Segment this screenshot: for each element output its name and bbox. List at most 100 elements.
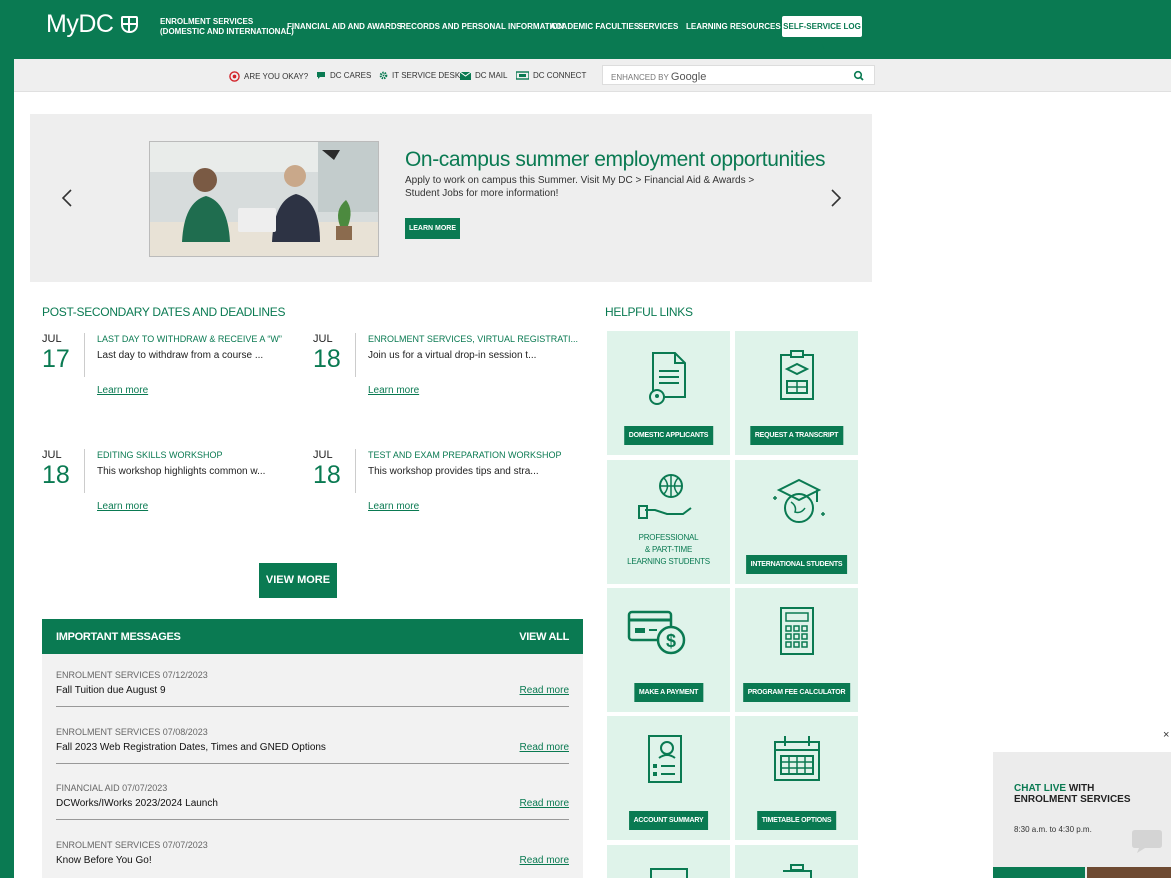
event-day: 18: [313, 345, 341, 373]
nav-academic-faculties[interactable]: ACADEMIC FACULTIES: [550, 22, 639, 32]
message-meta: ENROLMENT SERVICES 07/12/2023: [56, 670, 208, 680]
chat-close-icon[interactable]: ×: [1163, 729, 1169, 741]
view-all-link[interactable]: VIEW ALL: [519, 631, 569, 643]
carousel-prev-icon[interactable]: [61, 188, 73, 208]
event-description: Last day to withdraw from a course ...: [97, 350, 264, 361]
chat-title-line2: ENROLMENT SERVICES: [1014, 794, 1131, 805]
event-description: This workshop provides tips and stra...: [368, 466, 539, 477]
important-messages-panel: IMPORTANT MESSAGES VIEW ALL ENROLMENT SE…: [42, 619, 583, 878]
chat-title-accent: CHAT LIVE: [1014, 783, 1067, 794]
view-more-button[interactable]: VIEW MORE: [259, 563, 337, 598]
nav-learning-resources[interactable]: LEARNING RESOURCES: [686, 22, 781, 32]
event-divider: [84, 449, 85, 493]
tile-label: DOMESTIC APPLICANTS: [623, 426, 714, 445]
are-you-okay-label: ARE YOU OKAY?: [244, 72, 309, 81]
chat-bubble-icon: [317, 72, 325, 79]
message-title: Fall 2023 Web Registration Dates, Times …: [56, 742, 326, 753]
top-navigation: MyDC ENROLMENT SERVICES (DOMESTIC AND IN…: [0, 0, 1171, 59]
tile-professional-part-time[interactable]: PROFESSIONAL & PART-TIME LEARNING STUDEN…: [607, 460, 730, 584]
event-title[interactable]: ENROLMENT SERVICES, VIRTUAL REGISTRATI..…: [368, 334, 578, 344]
tile-partial[interactable]: [607, 845, 730, 878]
event-month: JUL: [313, 449, 333, 461]
mydc-logo[interactable]: MyDC: [46, 10, 139, 39]
nav-enrolment-line1: ENROLMENT SERVICES: [160, 17, 254, 26]
read-more-link[interactable]: Read more: [520, 742, 569, 753]
read-more-link[interactable]: Read more: [520, 855, 569, 866]
message-meta: FINANCIAL AID 07/07/2023: [56, 783, 168, 793]
chat-start-bar[interactable]: [993, 867, 1085, 878]
message-item: ENROLMENT SERVICES 07/07/2023 Know Befor…: [56, 840, 569, 878]
site-search[interactable]: ENHANCED BY Google: [602, 65, 875, 85]
dc-connect-link[interactable]: DC CONNECT: [516, 71, 586, 80]
dc-connect-label: DC CONNECT: [533, 71, 587, 80]
search-brand: Google: [670, 71, 707, 83]
nav-enrolment-services[interactable]: ENROLMENT SERVICES (DOMESTIC AND INTERNA…: [160, 17, 294, 37]
are-you-okay-link[interactable]: ARE YOU OKAY?: [229, 71, 308, 82]
tile-account-summary[interactable]: ACCOUNT SUMMARY: [607, 716, 730, 840]
message-title: Fall Tuition due August 9: [56, 685, 166, 696]
tile-international-students[interactable]: INTERNATIONAL STUDENTS: [735, 460, 858, 584]
event-learn-more-link[interactable]: Learn more: [97, 385, 148, 396]
learn-more-button[interactable]: LEARN MORE: [405, 218, 460, 239]
message-title: Know Before You Go!: [56, 855, 152, 866]
shield-emblem-icon: [121, 16, 139, 33]
tile-label: ACCOUNT SUMMARY: [628, 811, 709, 830]
tile-program-fee-calculator[interactable]: PROGRAM FEE CALCULATOR: [735, 588, 858, 712]
event-month: JUL: [313, 333, 333, 345]
it-service-desk-label: IT SERVICE DESK: [392, 71, 461, 80]
nav-enrolment-line2: (DOMESTIC AND INTERNATIONAL): [160, 27, 294, 36]
target-icon: [229, 71, 240, 82]
event-item: JUL 18 ENROLMENT SERVICES, VIRTUAL REGIS…: [313, 333, 578, 423]
event-divider: [84, 333, 85, 377]
event-title[interactable]: EDITING SKILLS WORKSHOP: [97, 450, 223, 460]
tile-domestic-applicants[interactable]: DOMESTIC APPLICANTS: [607, 331, 730, 455]
gear-icon: [379, 71, 388, 80]
event-description: Join us for a virtual drop-in session t.…: [368, 350, 537, 361]
card-icon: [650, 868, 688, 878]
nav-services[interactable]: SERVICES: [638, 22, 678, 32]
message-meta: ENROLMENT SERVICES 07/07/2023: [56, 840, 208, 850]
tile-label: MAKE A PAYMENT: [633, 683, 704, 702]
tile-request-transcript[interactable]: REQUEST A TRANSCRIPT: [735, 331, 858, 455]
event-title[interactable]: TEST AND EXAM PREPARATION WORKSHOP: [368, 450, 562, 460]
message-item: FINANCIAL AID 07/07/2023 DCWorks/IWorks …: [56, 783, 569, 840]
search-prefix: ENHANCED BY: [611, 73, 669, 82]
chat-hours: 8:30 a.m. to 4:30 p.m.: [1014, 825, 1092, 834]
messages-header: IMPORTANT MESSAGES VIEW ALL: [42, 619, 583, 654]
event-item: JUL 18 TEST AND EXAM PREPARATION WORKSHO…: [313, 449, 573, 539]
event-day: 18: [313, 461, 341, 489]
chat-secondary-bar[interactable]: [1087, 867, 1171, 878]
tile-timetable-options[interactable]: TIMETABLE OPTIONS: [735, 716, 858, 840]
read-more-link[interactable]: Read more: [520, 798, 569, 809]
dc-mail-link[interactable]: DC MAIL: [460, 71, 507, 80]
event-learn-more-link[interactable]: Learn more: [368, 385, 419, 396]
event-title[interactable]: LAST DAY TO WITHDRAW & RECEIVE A “W”: [97, 334, 282, 344]
tile-make-payment[interactable]: $ MAKE A PAYMENT: [607, 588, 730, 712]
nav-records[interactable]: RECORDS AND PERSONAL INFORMATION: [400, 22, 564, 32]
event-learn-more-link[interactable]: Learn more: [97, 501, 148, 512]
message-meta: ENROLMENT SERVICES 07/08/2023: [56, 727, 208, 737]
live-chat-widget[interactable]: CHAT LIVE WITH ENROLMENT SERVICES 8:30 a…: [993, 752, 1171, 878]
read-more-link[interactable]: Read more: [520, 685, 569, 696]
carousel-next-icon[interactable]: [830, 188, 842, 208]
event-day: 18: [42, 461, 70, 489]
account-summary-icon: [648, 735, 682, 783]
tile-label: PROFESSIONAL & PART-TIME LEARNING STUDEN…: [627, 533, 710, 566]
globe-hand-icon: [638, 474, 692, 519]
it-service-desk-link[interactable]: IT SERVICE DESK: [379, 71, 460, 80]
hero-title: On-campus summer employment opportunitie…: [405, 148, 826, 171]
event-description: This workshop highlights common w...: [97, 466, 266, 477]
dc-cares-link[interactable]: DC CARES: [316, 71, 371, 80]
event-learn-more-link[interactable]: Learn more: [368, 501, 419, 512]
search-icon[interactable]: [852, 69, 866, 83]
connect-icon: [516, 71, 529, 80]
message-divider: [56, 763, 569, 764]
credit-card-dollar-icon: $: [627, 610, 686, 655]
clipboard-icon: [783, 864, 812, 878]
nav-financial-aid[interactable]: FINANCIAL AID AND AWARDS: [287, 22, 402, 32]
self-service-login-button[interactable]: SELF-SERVICE LOG IN: [782, 16, 862, 52]
message-item: ENROLMENT SERVICES 07/08/2023 Fall 2023 …: [56, 727, 569, 784]
event-divider: [355, 449, 356, 493]
chat-bubble-icon: [1132, 830, 1162, 853]
tile-partial[interactable]: [735, 845, 858, 878]
